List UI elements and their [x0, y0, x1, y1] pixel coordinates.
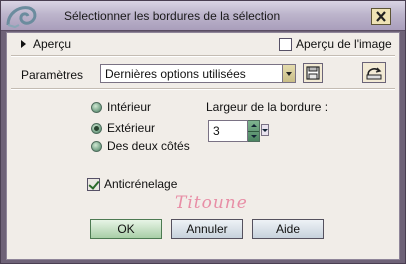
radio-button[interactable]	[91, 140, 102, 152]
stepper-buttons[interactable]	[248, 120, 260, 142]
chevron-down-icon[interactable]	[282, 65, 295, 82]
watermark-signature: Titoune	[175, 193, 248, 213]
border-width-label: Largeur de la bordure :	[206, 100, 329, 114]
divider	[11, 55, 395, 57]
decrement-icon[interactable]	[248, 130, 259, 142]
dialog-body: Aperçu Aperçu de l'image Paramètres Dern…	[6, 32, 400, 260]
preview-row: Aperçu Aperçu de l'image	[7, 33, 399, 55]
chevron-down-icon	[262, 128, 268, 132]
image-preview-box[interactable]	[279, 37, 292, 51]
save-preset-icon	[306, 66, 320, 80]
radio-both-sides[interactable]: Des deux côtés	[91, 139, 190, 153]
antialias-box[interactable]	[87, 177, 100, 191]
close-button[interactable]	[371, 8, 391, 25]
save-preset-button[interactable]	[303, 63, 323, 83]
reset-button[interactable]	[362, 62, 386, 83]
cancel-label: Annuler	[186, 222, 228, 236]
shell-icon	[6, 6, 37, 29]
border-width-value: 3	[213, 124, 220, 138]
antialias-checkbox[interactable]: Anticrénelage	[87, 177, 177, 191]
radio-inside[interactable]: Intérieur	[91, 100, 151, 114]
reset-icon	[366, 67, 382, 80]
image-preview-checkbox[interactable]: Aperçu de l'image	[279, 37, 392, 51]
expand-arrow-icon	[21, 40, 26, 48]
title-bar[interactable]: Sélectionner les bordures de la sélectio…	[1, 1, 405, 31]
radio-button[interactable]	[91, 101, 102, 113]
divider	[11, 88, 395, 90]
preview-toggle-label: Aperçu	[33, 37, 72, 51]
dialog-window: Sélectionner les bordures de la sélectio…	[0, 0, 406, 264]
ok-label: OK	[117, 222, 135, 236]
cancel-button[interactable]: Annuler	[171, 219, 243, 239]
ok-button[interactable]: OK	[90, 219, 162, 239]
image-preview-label: Aperçu de l'image	[296, 37, 392, 51]
close-icon	[376, 11, 386, 22]
dialog-title: Sélectionner les bordures de la sélectio…	[64, 9, 281, 23]
presets-label: Paramètres	[21, 68, 84, 82]
radio-inside-label: Intérieur	[107, 100, 152, 114]
radio-button-selected[interactable]	[91, 122, 102, 134]
border-width-stepper[interactable]: 3	[208, 120, 269, 142]
radio-outside[interactable]: Extérieur	[91, 121, 155, 135]
presets-value: Dernières options utilisées	[105, 66, 246, 81]
border-width-input[interactable]: 3	[208, 120, 248, 142]
preview-toggle[interactable]: Aperçu	[21, 37, 71, 51]
help-label: Aide	[275, 222, 301, 236]
antialias-label: Anticrénelage	[104, 177, 178, 191]
increment-icon[interactable]	[248, 121, 259, 131]
presets-dropdown[interactable]: Dernières options utilisées	[100, 64, 296, 83]
radio-both-label: Des deux côtés	[107, 139, 190, 153]
help-button[interactable]: Aide	[252, 219, 324, 239]
radio-outside-label: Extérieur	[107, 121, 156, 135]
stepper-dropdown[interactable]	[261, 124, 269, 136]
